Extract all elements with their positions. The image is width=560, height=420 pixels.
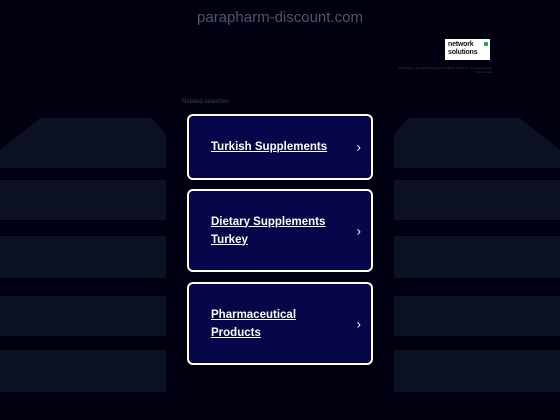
network-solutions-logo[interactable]: network solutions — [445, 39, 490, 60]
link-card-turkish-supplements[interactable]: Turkish Supplements › — [187, 114, 373, 180]
logo-text-network: network — [448, 41, 474, 48]
logo-accent-icon — [484, 42, 488, 46]
link-label[interactable]: Dietary Supplements Turkey — [211, 213, 339, 249]
link-label[interactable]: Turkish Supplements — [211, 138, 327, 156]
sponsor-note: This Page is provided courtesy of Networ… — [398, 66, 492, 74]
chevron-right-icon: › — [356, 316, 361, 331]
link-label[interactable]: Pharmaceutical Products — [211, 306, 339, 342]
chevron-right-icon: › — [356, 223, 361, 238]
domain-title: parapharm-discount.com — [197, 9, 363, 26]
related-searches-heading: Related searches — [182, 99, 229, 105]
logo-text-solutions: solutions — [448, 49, 478, 56]
link-card-dietary-supplements-turkey[interactable]: Dietary Supplements Turkey › — [187, 189, 373, 272]
chevron-right-icon: › — [356, 139, 361, 155]
link-card-pharmaceutical-products[interactable]: Pharmaceutical Products › — [187, 282, 373, 365]
